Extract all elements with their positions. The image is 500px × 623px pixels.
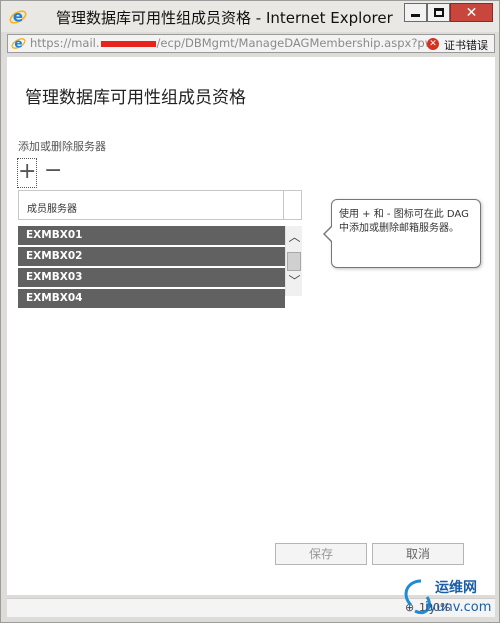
list-header: 成员服务器: [18, 190, 302, 220]
watermark-brand: 运维网: [435, 579, 477, 596]
close-button[interactable]: ✕: [450, 3, 493, 22]
minimize-icon: [411, 14, 420, 17]
server-list: EXMBX01 EXMBX02 EXMBX03 EXMBX04: [18, 226, 285, 309]
chevron-down-icon[interactable]: ﹀: [286, 274, 303, 288]
address-url-prefix: https://mail.: [30, 36, 100, 50]
list-scrollbar[interactable]: ︿ ﹀: [285, 226, 302, 296]
ie-page-icon: e: [11, 37, 26, 51]
section-label: 添加或删除服务器: [18, 140, 106, 153]
maximize-button[interactable]: [427, 3, 450, 22]
browser-window: e 管理数据库可用性组成员资格 - Internet Explorer ✕ e …: [0, 0, 500, 623]
certificate-error-label[interactable]: 证书错误: [444, 37, 488, 53]
dialog-content: 管理数据库可用性组成员资格 添加或删除服务器 + − 成员服务器 EXMBX01…: [7, 57, 495, 595]
add-server-button[interactable]: +: [17, 158, 37, 188]
window-title: 管理数据库可用性组成员资格 - Internet Explorer: [56, 9, 393, 27]
server-row[interactable]: EXMBX02: [18, 247, 285, 266]
address-url[interactable]: https://mail. /ecp/DBMgmt/ManageDAGMember…: [30, 36, 434, 50]
watermark-site: iyunv.com: [425, 600, 491, 615]
save-button[interactable]: 保存: [275, 543, 367, 565]
address-bar[interactable]: e https://mail. /ecp/DBMgmt/ManageDAGMemb…: [7, 34, 495, 53]
cancel-button[interactable]: 取消: [372, 543, 464, 565]
watermark-logo: 运维网 iyunv.com: [404, 579, 491, 615]
redaction-mark: [100, 40, 156, 47]
minimize-button[interactable]: [404, 3, 427, 22]
server-row[interactable]: EXMBX03: [18, 268, 285, 287]
column-divider: [283, 191, 284, 219]
certificate-error-icon[interactable]: ✕: [427, 38, 439, 50]
maximize-icon: [433, 8, 444, 17]
help-tooltip: 使用 + 和 - 图标可在此 DAG 中添加或删除邮箱服务器。: [331, 199, 481, 268]
address-url-suffix: /ecp/DBMgmt/ManageDAGMembership.aspx?pw: [156, 36, 435, 50]
ie-logo-icon: e: [9, 8, 27, 26]
tooltip-arrow-fill: [325, 226, 333, 242]
chevron-up-icon[interactable]: ︿: [286, 230, 303, 244]
title-bar: e 管理数据库可用性组成员资格 - Internet Explorer ✕: [1, 1, 499, 32]
svg-text:e: e: [13, 8, 23, 26]
server-row[interactable]: EXMBX01: [18, 226, 285, 245]
close-icon: ✕: [465, 4, 478, 21]
column-header-member-servers: 成员服务器: [27, 204, 77, 215]
remove-server-button[interactable]: −: [44, 158, 62, 184]
scroll-thumb[interactable]: [287, 252, 301, 271]
svg-text:e: e: [14, 37, 22, 51]
server-row[interactable]: EXMBX04: [18, 289, 285, 308]
page-title: 管理数据库可用性组成员资格: [25, 88, 246, 108]
